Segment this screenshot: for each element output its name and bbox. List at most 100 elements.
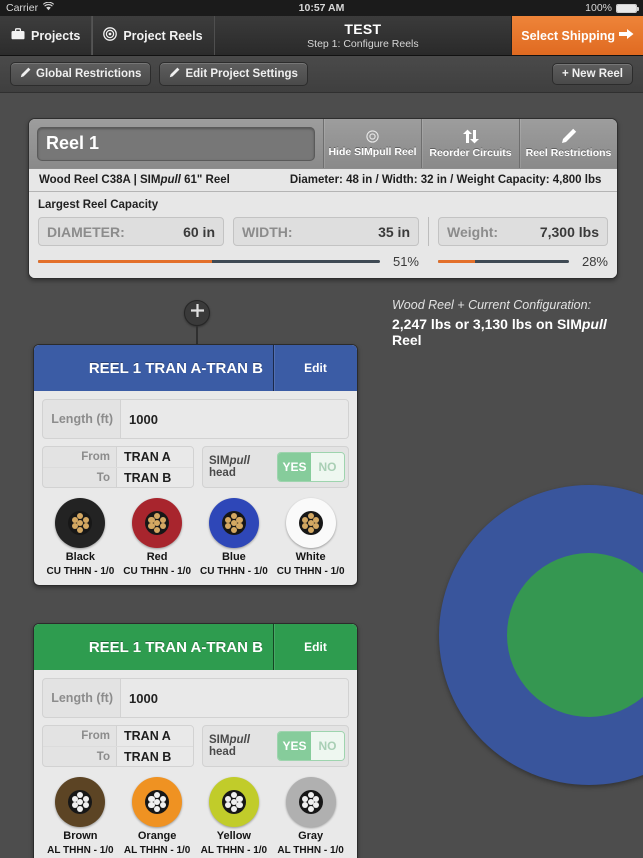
pencil-icon (20, 67, 31, 81)
battery-percent-label: 100% (585, 2, 612, 14)
wire-color-swatch (285, 777, 336, 827)
wire-color-name: White (295, 551, 326, 563)
wire-conductor-core (68, 790, 93, 814)
wire-item[interactable]: Yellow AL THHN - 1/0 (196, 777, 273, 856)
length-input[interactable]: 1000 (121, 400, 348, 438)
circuit-card-header: REEL 1 TRAN A-TRAN B Edit (34, 345, 357, 391)
wire-item[interactable]: Black CU THHN - 1/0 (42, 498, 119, 577)
to-value[interactable]: TRAN B (117, 747, 193, 766)
add-circuit-control (184, 300, 210, 344)
simpull-head-box: SIMpull head YES NO (202, 725, 349, 767)
battery-icon (616, 3, 639, 13)
simpull-head-toggle[interactable]: YES NO (277, 731, 345, 761)
length-label: Length (ft) (43, 679, 121, 717)
navigation-bar: Projects Project Reels TEST Step 1: Conf… (0, 16, 643, 56)
capacity-title: Largest Reel Capacity (38, 199, 159, 211)
toggle-yes-option[interactable]: YES (278, 453, 311, 481)
wire-strand (236, 802, 243, 809)
reel-capacity-panel: Reel 1 Hide SIMpull Reel Reorder Circuit… (28, 118, 618, 279)
reel-spec-row: Wood Reel C38A | SIMpull 61" Reel Diamet… (29, 168, 617, 192)
wire-color-swatch (55, 777, 106, 827)
global-restrictions-button[interactable]: Global Restrictions (10, 62, 152, 86)
weight-field[interactable]: Weight: 7,300 lbs (438, 217, 608, 246)
wire-item[interactable]: Orange AL THHN - 1/0 (119, 777, 196, 856)
from-value[interactable]: TRAN A (117, 726, 193, 746)
wire-conductor-core (221, 790, 246, 814)
wire-strand (154, 526, 161, 533)
wire-strand (159, 516, 166, 523)
app-root: Carrier 10:57 AM 100% Projects Project R… (0, 0, 643, 858)
clock-label: 10:57 AM (298, 2, 345, 14)
capacity-body: Largest Reel Capacity DIAMETER: 60 in WI… (29, 192, 617, 278)
weight-progress-bar (438, 260, 569, 263)
simpull-head-label: SIMpull head (209, 734, 250, 758)
wire-color-swatch (208, 777, 259, 827)
simpull-head-label: SIMpull head (209, 455, 250, 479)
wire-color-name: Yellow (216, 830, 251, 842)
to-value[interactable]: TRAN B (117, 468, 193, 487)
wire-spec-label: CU THHN - 1/0 (46, 566, 115, 577)
hide-simpull-reel-button[interactable]: Hide SIMpull Reel (323, 119, 421, 168)
wire-strand (159, 523, 166, 530)
reel-name-input[interactable]: Reel 1 (37, 126, 315, 161)
length-row: Length (ft) 1000 (42, 678, 349, 718)
hide-simpull-reel-label: Hide SIMpull Reel (328, 145, 417, 158)
from-line: From TRAN A (43, 447, 193, 467)
length-input[interactable]: 1000 (121, 679, 348, 717)
wire-strand (313, 516, 320, 523)
wire-item[interactable]: White CU THHN - 1/0 (272, 498, 349, 577)
toggle-no-option[interactable]: NO (311, 732, 344, 760)
global-restrictions-label: Global Restrictions (36, 68, 142, 80)
page-title: TEST Step 1: Configure Reels (215, 16, 512, 55)
wire-strand (82, 523, 90, 530)
reel-restrictions-label: Reel Restrictions (525, 147, 612, 159)
wire-strand (236, 516, 243, 523)
weight-progress-wrap: 28% (438, 246, 608, 269)
toggle-yes-option[interactable]: YES (278, 732, 311, 760)
circuit-edit-button[interactable]: Edit (273, 345, 357, 391)
wire-conductor-core (145, 511, 170, 535)
new-reel-button[interactable]: + New Reel (551, 63, 633, 85)
wire-strand (159, 795, 166, 802)
edit-project-settings-button[interactable]: Edit Project Settings (159, 62, 308, 86)
wire-conductor-core (298, 511, 323, 535)
wire-item[interactable]: Red CU THHN - 1/0 (119, 498, 196, 577)
from-label: From (43, 726, 117, 746)
up-down-arrows-icon (461, 129, 481, 144)
nav-projects-label: Projects (31, 28, 81, 43)
circuit-card: REEL 1 TRAN A-TRAN B Edit Length (ft) 10… (33, 623, 358, 858)
nav-button-projects[interactable]: Projects (0, 16, 93, 55)
configuration-note-line2: 2,247 lbs or 3,130 lbs on SIMpull Reel (392, 316, 607, 348)
wire-item[interactable]: Brown AL THHN - 1/0 (42, 777, 119, 856)
toggle-no-option[interactable]: NO (311, 453, 344, 481)
wire-strand (77, 805, 84, 812)
select-shipping-button[interactable]: Select Shipping (511, 16, 643, 55)
from-line: From TRAN A (43, 726, 193, 746)
reel-visualization (439, 485, 643, 785)
diameter-field[interactable]: DIAMETER: 60 in (38, 217, 224, 246)
circuit-card-body: Length (ft) 1000 From TRAN A To TRAN B S… (34, 670, 357, 858)
reel-name-wrapper: Reel 1 (29, 119, 323, 168)
wire-color-swatch (285, 498, 336, 548)
from-value[interactable]: TRAN A (117, 447, 193, 467)
wire-color-name: Blue (221, 551, 246, 563)
wire-strand (236, 523, 243, 530)
wire-strand (313, 795, 320, 802)
wire-item[interactable]: Blue CU THHN - 1/0 (196, 498, 273, 577)
circuit-edit-button[interactable]: Edit (273, 624, 357, 670)
wire-spec-label: CU THHN - 1/0 (276, 566, 345, 577)
wire-item[interactable]: Gray AL THHN - 1/0 (272, 777, 349, 856)
reorder-circuits-button[interactable]: Reorder Circuits (421, 119, 519, 168)
reel-restrictions-button[interactable]: Reel Restrictions (519, 119, 617, 168)
width-field[interactable]: WIDTH: 35 in (233, 217, 419, 246)
wire-conductor-core (68, 511, 93, 535)
wire-color-swatch (132, 498, 183, 548)
from-label: From (43, 447, 117, 467)
width-value: 35 in (378, 223, 410, 240)
wire-strand (307, 526, 314, 533)
wire-color-swatch (55, 498, 106, 548)
arrow-right-icon (619, 28, 634, 43)
simpull-head-toggle[interactable]: YES NO (277, 452, 345, 482)
nav-button-project-reels[interactable]: Project Reels (92, 16, 215, 55)
add-circuit-button[interactable] (184, 300, 210, 326)
